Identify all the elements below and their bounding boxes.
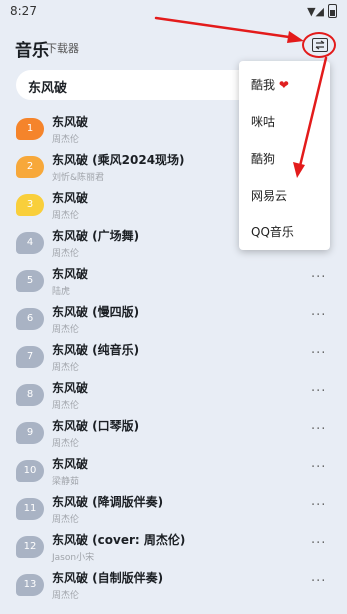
- source-menu-item-kuwo[interactable]: 酷我 ❤: [251, 76, 289, 93]
- song-title: 东风破 (口琴版): [52, 419, 140, 433]
- rank-badge: 7: [16, 346, 44, 368]
- list-item[interactable]: 8 东风破 周杰伦 ···: [0, 376, 347, 414]
- song-title: 东风破 (自制版伴奏): [52, 571, 164, 585]
- source-menu-item-label: 酷我: [251, 78, 276, 92]
- more-options-icon[interactable]: ···: [311, 422, 326, 437]
- song-title: 东风破 (慢四版): [52, 305, 140, 319]
- source-menu-item-label: 酷狗: [251, 152, 276, 166]
- song-title: 东风破: [52, 381, 89, 395]
- song-artist: 陆虎: [52, 287, 71, 297]
- app-header: 音乐 下载器: [0, 30, 347, 62]
- song-title: 东风破: [52, 115, 89, 129]
- rank-badge: 10: [16, 460, 44, 482]
- more-options-icon[interactable]: ···: [311, 498, 326, 513]
- rank-badge: 3: [16, 194, 44, 216]
- rank-badge: 4: [16, 232, 44, 254]
- song-artist: 周杰伦: [52, 249, 80, 259]
- song-artist: 周杰伦: [52, 515, 80, 525]
- rank-badge: 1: [16, 118, 44, 140]
- song-artist: 刘忻&陈丽君: [52, 173, 105, 183]
- page-subtitle: 下载器: [46, 42, 79, 55]
- source-menu-item-label: QQ音乐: [251, 225, 294, 239]
- rank-badge: 5: [16, 270, 44, 292]
- search-query: 东风破: [28, 81, 68, 96]
- signal-icon: ▼◢: [307, 4, 324, 18]
- list-item[interactable]: 7 东风破 (纯音乐) 周杰伦 ···: [0, 338, 347, 376]
- page-title: 音乐: [15, 41, 49, 61]
- list-item[interactable]: 10 东风破 梁静茹 ···: [0, 452, 347, 490]
- source-menu-item-qq[interactable]: QQ音乐: [251, 223, 294, 240]
- more-options-icon[interactable]: ···: [311, 574, 326, 589]
- rank-badge: 2: [16, 156, 44, 178]
- status-time: 8:27: [10, 4, 37, 18]
- song-title: 东风破 (cover: 周杰伦): [52, 533, 186, 547]
- song-artist: 梁静茹: [52, 477, 80, 487]
- song-artist: 周杰伦: [52, 401, 80, 411]
- rank-badge: 8: [16, 384, 44, 406]
- rank-badge: 9: [16, 422, 44, 444]
- song-title: 东风破: [52, 267, 89, 281]
- song-title: 东风破 (乘风2024现场): [52, 153, 185, 167]
- source-menu-item-kugou[interactable]: 酷狗: [251, 150, 275, 167]
- more-options-icon[interactable]: ···: [311, 346, 326, 361]
- more-options-icon[interactable]: ···: [311, 308, 326, 323]
- rank-badge: 13: [16, 574, 44, 596]
- rank-badge: 6: [16, 308, 44, 330]
- list-item[interactable]: 12 东风破 (cover: 周杰伦) Jason小宋 ···: [0, 528, 347, 566]
- song-artist: 周杰伦: [52, 591, 80, 601]
- song-artist: 周杰伦: [52, 363, 80, 373]
- song-artist: 周杰伦: [52, 135, 80, 145]
- list-item[interactable]: 6 东风破 (慢四版) 周杰伦 ···: [0, 300, 347, 338]
- source-menu-item-netease[interactable]: 网易云: [251, 187, 287, 204]
- song-artist: Jason小宋: [52, 553, 95, 563]
- song-title: 东风破 (降调版伴奏): [52, 495, 164, 509]
- song-artist: 周杰伦: [52, 439, 80, 449]
- status-icons: ▼◢: [307, 4, 337, 18]
- more-options-icon[interactable]: ···: [311, 384, 326, 399]
- list-item[interactable]: 13 东风破 (自制版伴奏) 周杰伦 ···: [0, 566, 347, 604]
- source-menu-item-label: 网易云: [251, 189, 288, 203]
- heart-icon: ❤: [278, 78, 289, 92]
- song-artist: 周杰伦: [52, 325, 80, 335]
- song-title: 东风破 (广场舞): [52, 229, 140, 243]
- search-input[interactable]: 东风破: [16, 70, 266, 100]
- rank-badge: 12: [16, 536, 44, 558]
- annotation-circle: [302, 32, 336, 58]
- list-item[interactable]: 5 东风破 陆虎 ···: [0, 262, 347, 300]
- source-menu-item-migu[interactable]: 咪咕: [251, 113, 275, 130]
- more-options-icon[interactable]: ···: [311, 536, 326, 551]
- source-menu: 酷我 ❤ 咪咕 酷狗 网易云 QQ音乐: [239, 61, 330, 250]
- song-artist: 周杰伦: [52, 211, 80, 221]
- rank-badge: 11: [16, 498, 44, 520]
- battery-icon: [328, 4, 337, 18]
- song-title: 东风破: [52, 457, 89, 471]
- more-options-icon[interactable]: ···: [311, 270, 326, 285]
- list-item[interactable]: 9 东风破 (口琴版) 周杰伦 ···: [0, 414, 347, 452]
- song-title: 东风破 (纯音乐): [52, 343, 140, 357]
- song-title: 东风破: [52, 191, 89, 205]
- status-bar: 8:27 ▼◢: [0, 0, 347, 22]
- source-menu-item-label: 咪咕: [251, 115, 276, 129]
- list-item[interactable]: 11 东风破 (降调版伴奏) 周杰伦 ···: [0, 490, 347, 528]
- more-options-icon[interactable]: ···: [311, 460, 326, 475]
